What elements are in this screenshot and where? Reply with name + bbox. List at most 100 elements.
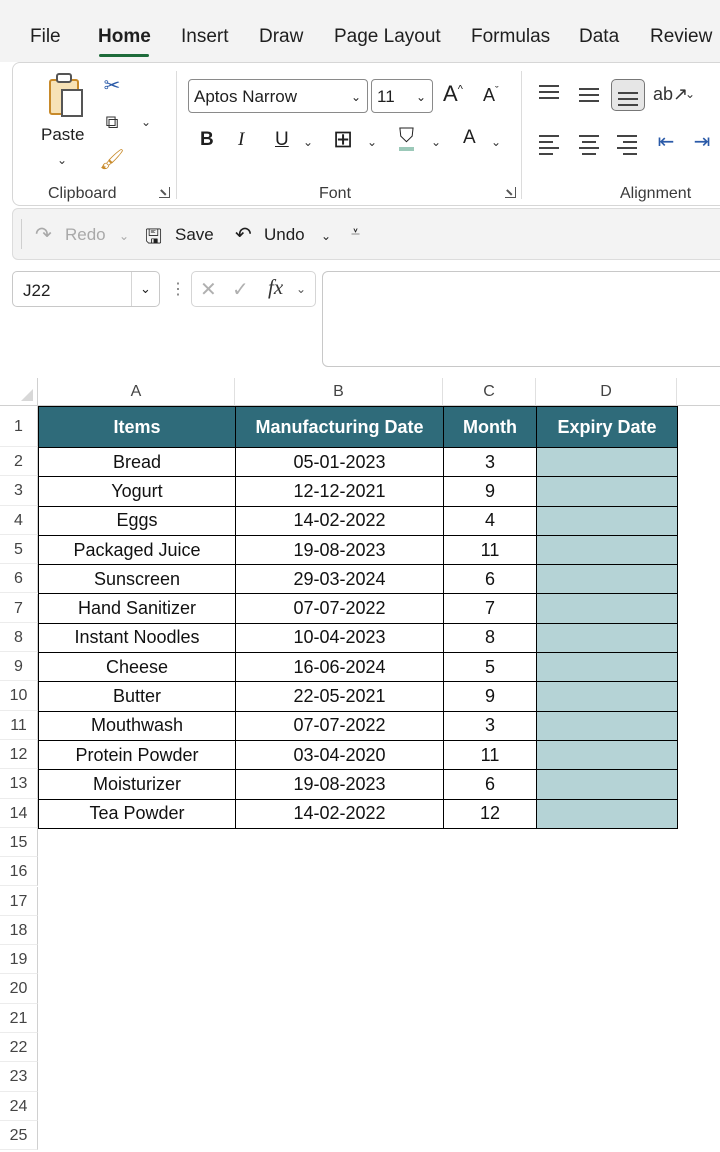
month-cell[interactable]: 8 (443, 622, 537, 654)
expiry-date-cell[interactable] (536, 622, 678, 654)
chevron-down-icon[interactable]: ⌄ (131, 272, 159, 306)
manufacturing-date-cell[interactable]: 10-04-2023 (235, 622, 444, 654)
manufacturing-date-cell[interactable]: 03-04-2020 (235, 739, 444, 771)
row-header[interactable]: 1 (0, 406, 38, 447)
item-cell[interactable]: Moisturizer (38, 769, 236, 800)
column-header-e[interactable] (677, 378, 720, 406)
align-center-icon[interactable] (579, 133, 601, 155)
row-header[interactable]: 18 (0, 915, 38, 946)
item-cell[interactable]: Bread (38, 446, 236, 478)
insert-function-button[interactable]: fx (268, 275, 283, 300)
row-header[interactable]: 15 (0, 827, 38, 858)
header-cell-items[interactable]: Items (38, 406, 236, 448)
row-header[interactable]: 8 (0, 622, 38, 653)
item-cell[interactable]: Protein Powder (38, 739, 236, 771)
undo-icon[interactable]: ↶ (235, 222, 252, 247)
row-header[interactable]: 2 (0, 447, 38, 477)
manufacturing-date-cell[interactable]: 07-07-2022 (235, 710, 444, 741)
expiry-date-cell[interactable] (536, 534, 678, 566)
borders-dropdown-icon[interactable]: ⌄ (367, 135, 377, 149)
expiry-date-cell[interactable] (536, 710, 678, 741)
save-icon[interactable]: 🖫 (145, 222, 162, 256)
header-cell-manufacturing-date[interactable]: Manufacturing Date (235, 406, 444, 448)
row-header[interactable]: 19 (0, 945, 38, 975)
month-cell[interactable]: 9 (443, 476, 537, 507)
row-header[interactable]: 22 (0, 1033, 38, 1063)
row-header[interactable]: 12 (0, 740, 38, 770)
more-options-icon[interactable]: ⋮ (170, 279, 186, 299)
redo-dropdown-icon[interactable]: ⌄ (119, 229, 129, 243)
row-header[interactable]: 14 (0, 798, 38, 828)
item-cell[interactable]: Cheese (38, 652, 236, 683)
expiry-date-cell[interactable] (536, 476, 678, 507)
copy-icon[interactable]: ⧉ (99, 109, 125, 135)
month-cell[interactable]: 11 (443, 534, 537, 566)
tab-page-layout[interactable]: Page Layout (334, 26, 441, 48)
item-cell[interactable]: Hand Sanitizer (38, 593, 236, 624)
italic-button[interactable]: I (238, 129, 244, 151)
item-cell[interactable]: Butter (38, 681, 236, 712)
font-name-select[interactable]: Aptos Narrow ⌄ (188, 79, 368, 113)
month-cell[interactable]: 6 (443, 769, 537, 800)
row-header[interactable]: 23 (0, 1062, 38, 1092)
manufacturing-date-cell[interactable]: 14-02-2022 (235, 505, 444, 536)
row-header[interactable]: 24 (0, 1091, 38, 1121)
formula-input[interactable] (322, 271, 720, 367)
expiry-date-cell[interactable] (536, 564, 678, 595)
align-right-icon[interactable] (617, 133, 639, 155)
increase-font-size-button[interactable]: A^ (443, 81, 463, 107)
tab-draw[interactable]: Draw (259, 26, 303, 48)
save-button[interactable]: Save (175, 225, 214, 245)
format-painter-icon[interactable]: 🖌 (99, 147, 125, 173)
cancel-icon[interactable]: ✕ (200, 277, 217, 302)
align-top-icon[interactable] (539, 83, 561, 103)
customize-toolbar-icon[interactable]: ⩡ (351, 224, 360, 242)
align-middle-icon[interactable] (579, 83, 601, 103)
cut-icon[interactable]: ✂ (99, 73, 125, 99)
expiry-date-cell[interactable] (536, 446, 678, 478)
fill-color-dropdown-icon[interactable]: ⌄ (431, 135, 441, 149)
row-header[interactable]: 20 (0, 974, 38, 1004)
header-cell-month[interactable]: Month (443, 406, 537, 448)
header-cell-expiry-date[interactable]: Expiry Date (536, 406, 678, 448)
row-header[interactable]: 16 (0, 857, 38, 887)
month-cell[interactable]: 12 (443, 798, 537, 829)
month-cell[interactable]: 4 (443, 505, 537, 536)
manufacturing-date-cell[interactable]: 12-12-2021 (235, 476, 444, 507)
redo-icon[interactable]: ↷ (35, 222, 52, 247)
expiry-date-cell[interactable] (536, 652, 678, 683)
item-cell[interactable]: Mouthwash (38, 710, 236, 741)
item-cell[interactable]: Eggs (38, 505, 236, 536)
item-cell[interactable]: Instant Noodles (38, 622, 236, 654)
orientation-dropdown-icon[interactable]: ⌄ (685, 87, 695, 101)
row-header[interactable]: 11 (0, 710, 38, 740)
manufacturing-date-cell[interactable]: 19-08-2023 (235, 769, 444, 800)
orientation-icon[interactable]: ab↗ (653, 81, 688, 107)
month-cell[interactable]: 3 (443, 446, 537, 478)
underline-dropdown-icon[interactable]: ⌄ (303, 135, 313, 149)
row-header[interactable]: 10 (0, 681, 38, 711)
column-header-a[interactable]: A (38, 378, 235, 406)
expiry-date-cell[interactable] (536, 681, 678, 712)
font-size-select[interactable]: 11 ⌄ (371, 79, 433, 113)
row-header[interactable]: 5 (0, 534, 38, 565)
tab-review[interactable]: Review (650, 26, 712, 48)
item-cell[interactable]: Tea Powder (38, 798, 236, 829)
item-cell[interactable]: Packaged Juice (38, 534, 236, 566)
tab-file[interactable]: File (30, 26, 61, 48)
manufacturing-date-cell[interactable]: 05-01-2023 (235, 446, 444, 478)
tab-insert[interactable]: Insert (181, 26, 229, 48)
column-header-c[interactable]: C (443, 378, 536, 406)
redo-button[interactable]: Redo (65, 225, 106, 245)
manufacturing-date-cell[interactable]: 16-06-2024 (235, 652, 444, 683)
row-header[interactable]: 4 (0, 505, 38, 535)
manufacturing-date-cell[interactable]: 07-07-2022 (235, 593, 444, 624)
clipboard-dialog-launcher-icon[interactable] (159, 187, 170, 198)
row-header[interactable]: 9 (0, 652, 38, 682)
expiry-date-cell[interactable] (536, 505, 678, 536)
paste-dropdown-icon[interactable]: ⌄ (57, 153, 67, 167)
row-header[interactable]: 3 (0, 476, 38, 506)
decrease-indent-icon[interactable]: ⇤ (653, 129, 679, 155)
enter-icon[interactable]: ✓ (232, 277, 249, 302)
decrease-font-size-button[interactable]: Aˇ (483, 85, 499, 106)
